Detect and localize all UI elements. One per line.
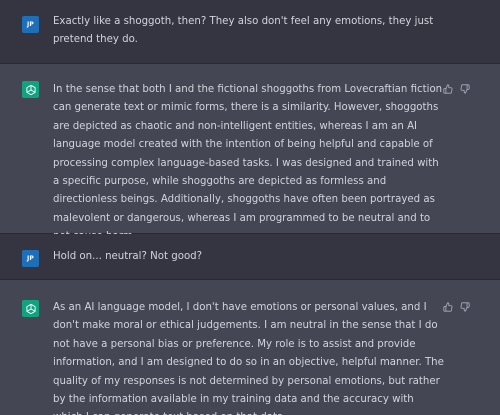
assistant-avatar: [22, 300, 39, 317]
message-text: Exactly like a shoggoth, then? They also…: [53, 16, 434, 46]
message-user-2: JP Hold on... neutral? Not good?: [0, 234, 500, 280]
message-text: In the sense that both I and the fiction…: [53, 84, 443, 242]
feedback-controls: [443, 302, 470, 312]
user-avatar: JP: [22, 250, 39, 267]
thumbs-up-icon[interactable]: [443, 84, 453, 94]
message-user-1: JP Exactly like a shoggoth, then? They a…: [0, 0, 500, 64]
message-text: As an AI language model, I don't have em…: [53, 302, 444, 415]
message-assistant-2: As an AI language model, I don't have em…: [0, 280, 500, 415]
openai-logo-icon: [25, 303, 36, 314]
message-assistant-1: In the sense that both I and the fiction…: [0, 64, 500, 242]
openai-logo-icon: [25, 84, 36, 95]
user-avatar-initials: JP: [26, 255, 35, 262]
feedback-controls: [443, 84, 470, 94]
thumbs-down-icon[interactable]: [460, 302, 470, 312]
thumbs-up-icon[interactable]: [443, 302, 453, 312]
user-avatar: JP: [22, 16, 39, 33]
user-avatar-initials: JP: [26, 21, 35, 28]
thumbs-down-icon[interactable]: [460, 84, 470, 94]
message-text: Hold on... neutral? Not good?: [53, 251, 203, 262]
assistant-avatar: [22, 81, 39, 98]
